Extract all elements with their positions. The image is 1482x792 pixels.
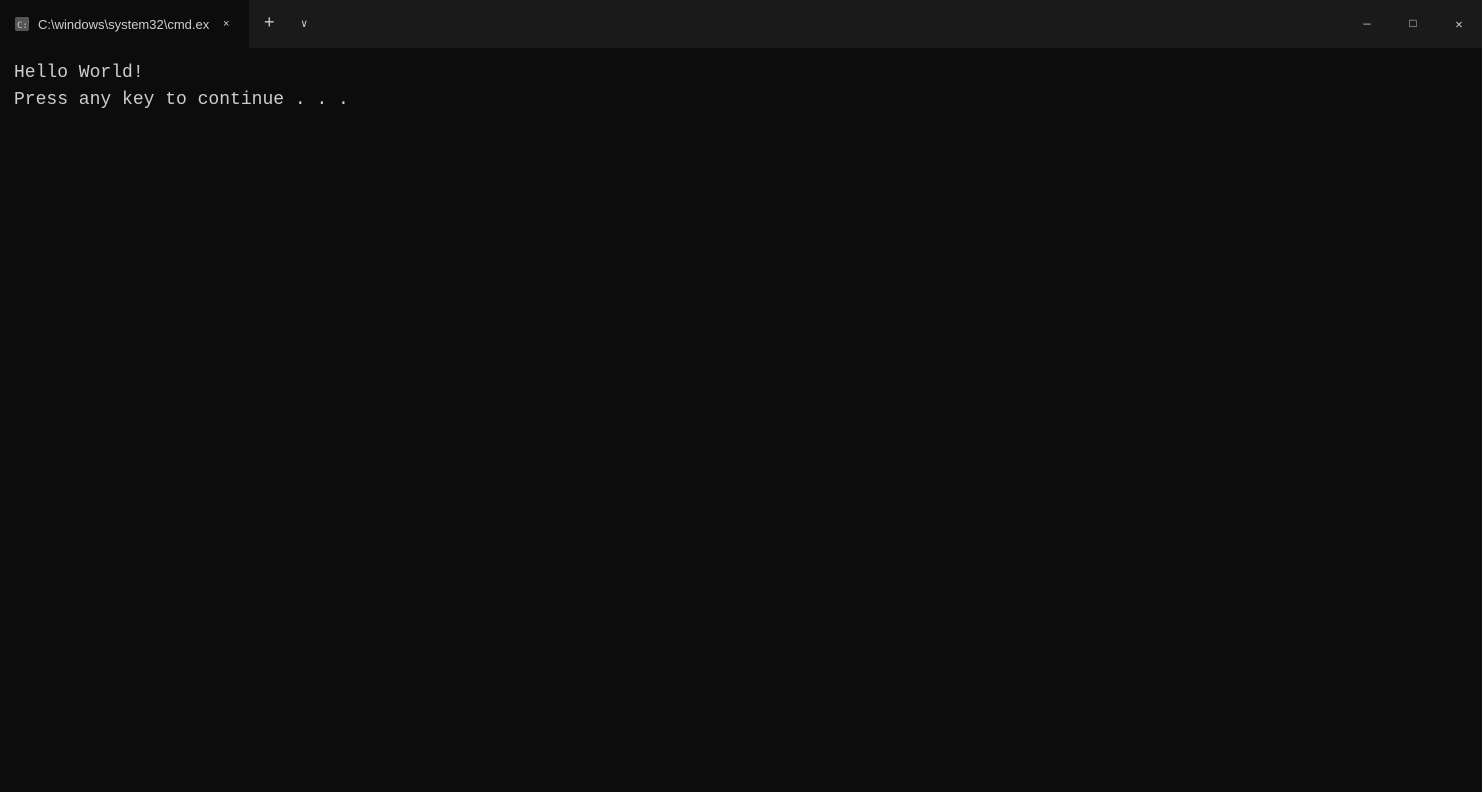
minimize-button[interactable]: — <box>1344 0 1390 48</box>
window-controls: — □ ✕ <box>1344 0 1482 48</box>
terminal-window: C:\ C:\windows\system32\cmd.ex × + ∨ — □… <box>0 0 1482 792</box>
tab-close-button[interactable]: × <box>217 15 235 33</box>
terminal-body[interactable]: Hello World! Press any key to continue .… <box>0 48 1482 792</box>
svg-text:C:\: C:\ <box>17 21 29 31</box>
new-tab-button[interactable]: + <box>251 6 287 42</box>
tab-title: C:\windows\system32\cmd.ex <box>38 17 209 32</box>
terminal-line-2: Press any key to continue . . . <box>14 87 1468 114</box>
active-tab[interactable]: C:\ C:\windows\system32\cmd.ex × <box>0 0 249 48</box>
tab-dropdown-button[interactable]: ∨ <box>289 9 319 39</box>
terminal-tab-icon: C:\ <box>14 16 30 32</box>
terminal-line-1: Hello World! <box>14 60 1468 87</box>
titlebar: C:\ C:\windows\system32\cmd.ex × + ∨ — □… <box>0 0 1482 48</box>
close-button[interactable]: ✕ <box>1436 0 1482 48</box>
tab-area: C:\ C:\windows\system32\cmd.ex × + ∨ <box>0 0 1344 48</box>
maximize-button[interactable]: □ <box>1390 0 1436 48</box>
